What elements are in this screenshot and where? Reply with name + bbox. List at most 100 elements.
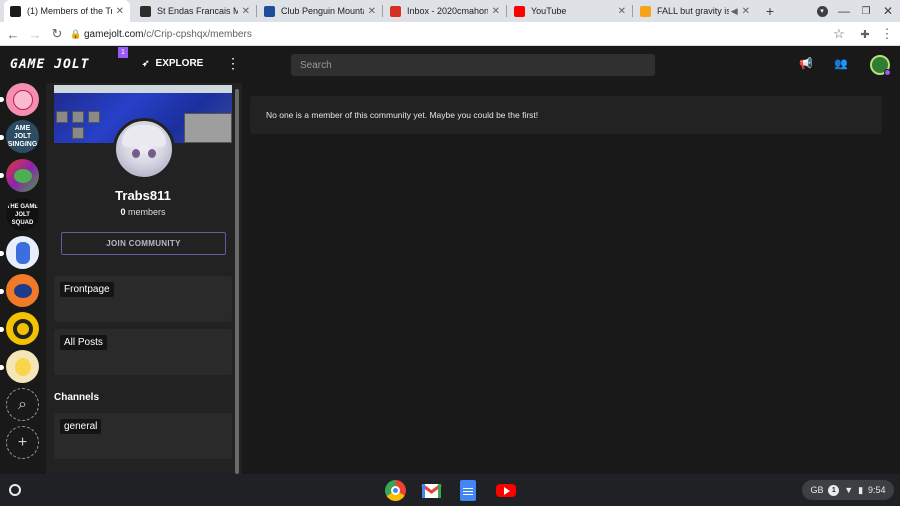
nav-frontpage[interactable]: Frontpage xyxy=(54,276,232,322)
page-favicon-icon xyxy=(140,5,151,17)
online-status-icon xyxy=(884,69,891,76)
speaker-icon[interactable]: ◀ xyxy=(731,6,738,17)
tab-title: Club Penguin Mountai xyxy=(281,6,364,16)
community-name: Trabs811 xyxy=(115,188,171,203)
sidebar-scrollbar[interactable] xyxy=(235,89,239,474)
tab-separator xyxy=(256,5,257,17)
tab-title: St Endas Francais Mr S xyxy=(157,6,238,16)
close-icon[interactable]: ✕ xyxy=(742,6,750,17)
chrome-center xyxy=(391,486,400,495)
friends-icon[interactable]: 👥 xyxy=(834,57,848,70)
avatar-eye xyxy=(148,149,156,158)
browser-menu-icon[interactable]: ⋮ xyxy=(878,22,896,46)
block-wall xyxy=(184,113,232,143)
page-favicon-icon xyxy=(640,5,651,17)
close-icon[interactable]: ✕ xyxy=(116,6,124,17)
community-sidebar: Trabs811 0 members JOIN COMMUNITY Frontp… xyxy=(46,83,242,474)
community-headphones[interactable] xyxy=(6,312,39,345)
status-tray[interactable]: GB 1 ▼ ▮ 9:54 xyxy=(802,480,894,500)
docs-lines xyxy=(463,488,473,489)
gmail-favicon-icon xyxy=(390,5,401,17)
notification-badge: 1 xyxy=(118,47,128,58)
explore-button[interactable]: ➶ EXPLORE xyxy=(142,58,203,69)
unread-indicator xyxy=(0,289,4,294)
megaphone-icon[interactable]: 📢 xyxy=(799,57,813,70)
minimize-icon[interactable]: — xyxy=(836,0,852,22)
unread-indicator xyxy=(0,327,4,332)
unread-indicator xyxy=(0,173,4,178)
community-bird[interactable] xyxy=(6,274,39,307)
gamejolt-favicon-icon xyxy=(10,5,21,17)
community-singing[interactable]: AME JOLT SINGING xyxy=(6,120,39,153)
extensions-icon[interactable]: ✚ xyxy=(856,22,874,46)
nav-all-posts[interactable]: All Posts xyxy=(54,329,232,375)
launcher-icon[interactable] xyxy=(9,484,21,496)
unread-indicator xyxy=(0,365,4,370)
reload-icon[interactable]: ↻ xyxy=(48,22,66,46)
gamejolt-logo[interactable]: GAME JOLT xyxy=(10,57,89,72)
back-icon[interactable]: ← xyxy=(4,22,22,46)
tab-title: Inbox - 2020cmahon@ xyxy=(407,6,488,16)
docs-icon[interactable] xyxy=(460,480,476,501)
lock-icon: 🔒 xyxy=(70,28,82,39)
tab-fall[interactable]: FALL but gravity is ◀ ✕ xyxy=(634,0,756,22)
channels-heading: Channels xyxy=(54,392,100,403)
youtube-icon[interactable] xyxy=(496,484,516,497)
avatar-eye xyxy=(132,149,140,158)
user-avatar[interactable] xyxy=(870,55,891,76)
bookmark-star-icon[interactable]: ☆ xyxy=(830,22,848,46)
close-icon[interactable]: ✕ xyxy=(368,6,376,17)
close-icon[interactable]: ✕ xyxy=(618,6,626,17)
url-host: gamejolt.com xyxy=(84,28,144,40)
kirby-icon xyxy=(12,89,33,110)
tab-separator xyxy=(632,5,633,17)
explore-label: EXPLORE xyxy=(155,58,204,69)
forward-icon[interactable]: → xyxy=(26,22,44,46)
discover-communities-button[interactable]: ⌕ xyxy=(6,388,39,421)
tab-separator xyxy=(506,5,507,17)
tab-title: FALL but gravity is xyxy=(657,6,729,16)
gmail-icon[interactable] xyxy=(421,480,442,501)
member-count[interactable]: 0 members xyxy=(54,207,232,217)
play-glyph xyxy=(504,487,510,495)
more-menu-icon[interactable]: ⋮ xyxy=(226,55,240,72)
battery-icon: ▮ xyxy=(858,484,864,495)
tab-search-icon[interactable]: ▾ xyxy=(814,0,830,22)
tab-club-penguin[interactable]: Club Penguin Mountai ✕ xyxy=(258,0,382,22)
chrome-icon[interactable] xyxy=(385,480,406,501)
close-icon[interactable]: ✕ xyxy=(242,6,250,17)
search-icon: ⌕ xyxy=(18,395,27,413)
new-tab-button[interactable]: + xyxy=(760,0,780,22)
community-pepe[interactable] xyxy=(6,159,39,192)
unread-indicator xyxy=(0,135,4,140)
window-close-icon[interactable]: ✕ xyxy=(880,0,896,22)
clock: 9:54 xyxy=(867,485,886,495)
tab-inbox[interactable]: Inbox - 2020cmahon@ ✕ xyxy=(384,0,506,22)
browser-tab-strip: (1) Members of the Tra ✕ St Endas Franca… xyxy=(0,0,900,22)
community-squad[interactable]: THE GAME JOLT SQUAD xyxy=(6,198,39,231)
tab-members[interactable]: (1) Members of the Tra ✕ xyxy=(4,0,130,22)
community-isabelle[interactable] xyxy=(6,350,39,383)
community-avatar xyxy=(113,118,175,180)
close-icon[interactable]: ✕ xyxy=(492,6,500,17)
address-bar[interactable]: 🔒 gamejolt.com/c/Crip-cpshqx/members xyxy=(70,25,830,43)
restore-icon[interactable]: ❐ xyxy=(858,0,874,22)
block-tile xyxy=(88,111,100,123)
tab-st-endas[interactable]: St Endas Francais Mr S ✕ xyxy=(134,0,256,22)
community-kirby[interactable] xyxy=(6,83,39,116)
community-character[interactable] xyxy=(6,236,39,269)
tab-title: (1) Members of the Tra xyxy=(27,6,112,16)
channel-general[interactable]: general xyxy=(54,413,232,459)
character-icon xyxy=(15,241,30,264)
frog-icon xyxy=(13,168,32,183)
keyboard-locale: GB xyxy=(810,485,824,495)
gamejolt-topbar: GAME JOLT 1 ➶ EXPLORE ⋮ 📢 👥 xyxy=(0,47,900,83)
add-community-button[interactable]: + xyxy=(6,426,39,459)
browser-toolbar: ← → ↻ 🔒 gamejolt.com/c/Crip-cpshqx/membe… xyxy=(0,22,900,46)
tab-title: YouTube xyxy=(531,6,567,16)
search-input[interactable] xyxy=(291,54,655,76)
tab-youtube[interactable]: YouTube ✕ xyxy=(508,0,632,22)
bird-icon xyxy=(13,283,32,298)
join-community-button[interactable]: JOIN COMMUNITY xyxy=(61,232,226,255)
gmail-glyph xyxy=(421,483,442,498)
